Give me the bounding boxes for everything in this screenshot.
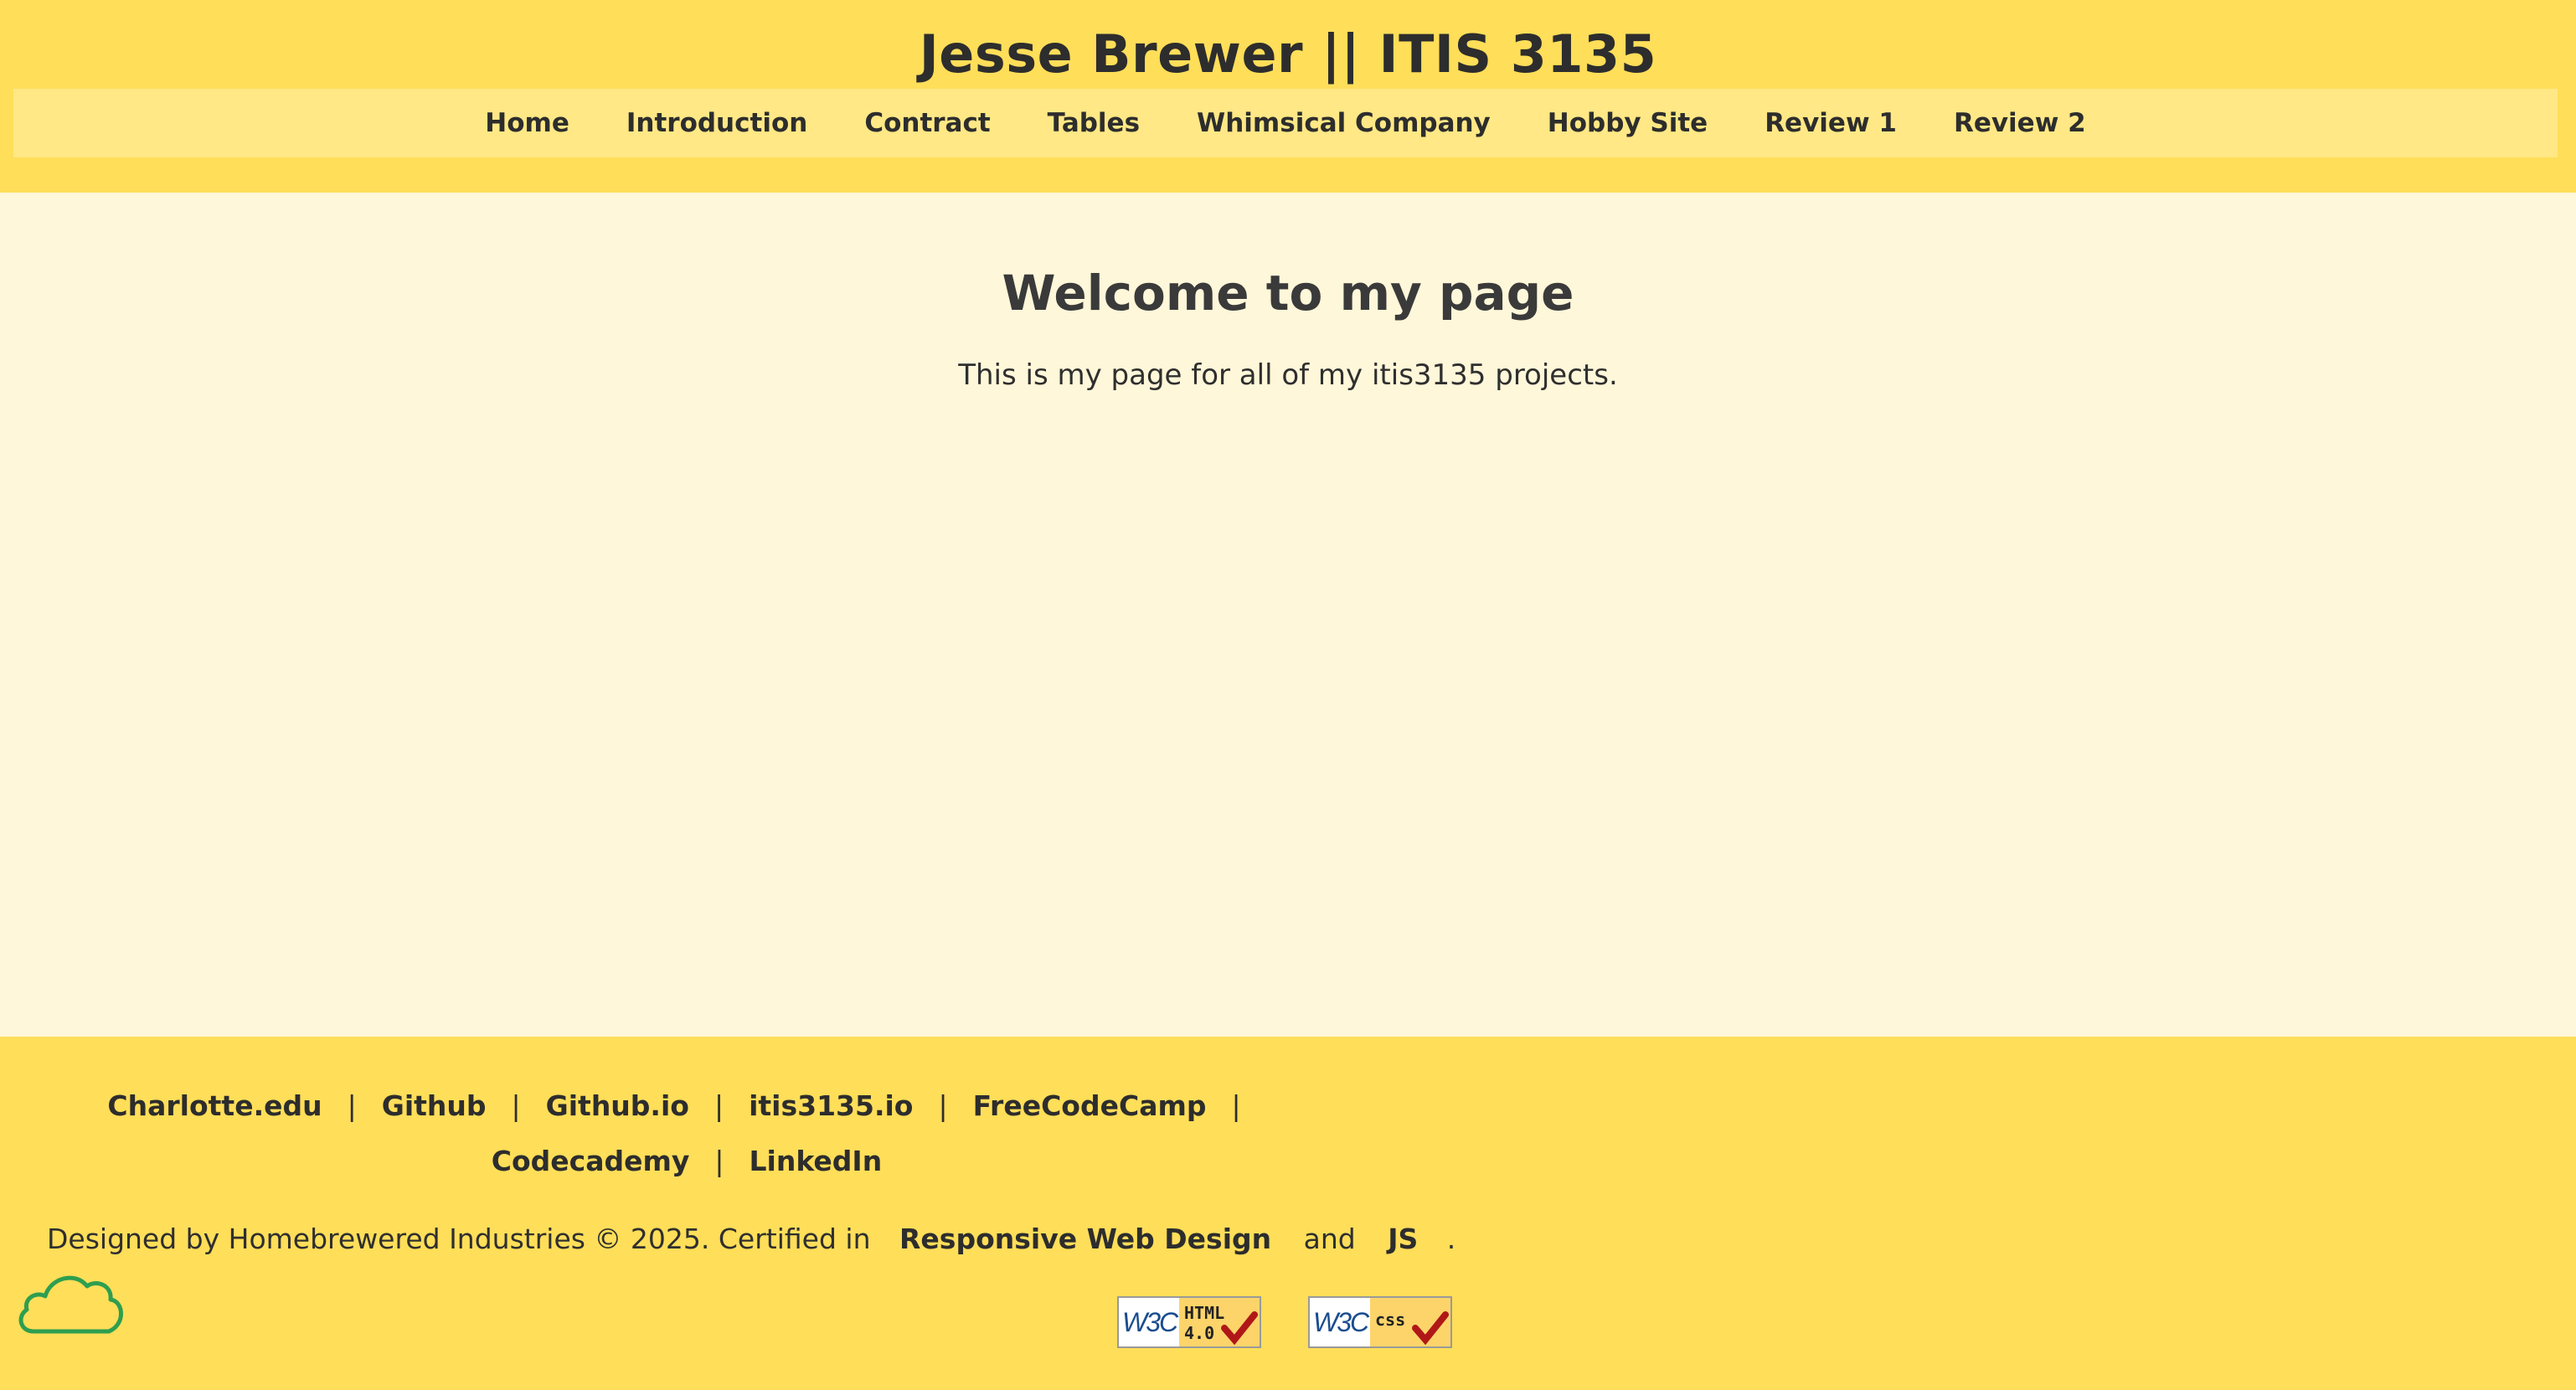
nav-whimsical-company[interactable]: Whimsical Company <box>1168 108 1519 138</box>
cert-js-link[interactable]: JS <box>1368 1223 1438 1255</box>
footer-link-linkedin[interactable]: LinkedIn <box>750 1142 883 1181</box>
checkmark-icon <box>1221 1311 1258 1345</box>
footer-link-charlotte[interactable]: Charlotte.edu <box>107 1087 322 1125</box>
footer-separator: | <box>938 1089 948 1122</box>
footer-separator: | <box>714 1145 724 1177</box>
main-content: Welcome to my page This is my page for a… <box>0 193 2576 1037</box>
footer-link-codecademy[interactable]: Codecademy <box>492 1142 690 1181</box>
footer-separator: | <box>1231 1089 1241 1122</box>
nav-tables[interactable]: Tables <box>1019 108 1168 138</box>
footer-separator: | <box>511 1089 521 1122</box>
footer-separator: | <box>714 1089 724 1122</box>
site-title: Jesse Brewer || ITIS 3135 <box>919 23 1657 85</box>
nav-home[interactable]: Home <box>456 108 598 138</box>
w3c-css-badge[interactable]: W3C css <box>1308 1296 1452 1348</box>
credit-period: . <box>1446 1223 1456 1255</box>
footer-link-github[interactable]: Github <box>382 1087 487 1125</box>
footer-separator: | <box>347 1089 357 1122</box>
nav-contract[interactable]: Contract <box>836 108 1018 138</box>
cloud-icon <box>18 1275 123 1334</box>
w3c-logo: W3C <box>1122 1306 1178 1337</box>
footer-link-freecodecamp[interactable]: FreeCodeCamp <box>973 1087 1207 1125</box>
w3c-html-badge[interactable]: W3C HTML 4.0 <box>1117 1296 1261 1348</box>
intro-text: This is my page for all of my itis3135 p… <box>958 358 1618 392</box>
page-heading: Welcome to my page <box>1002 265 1574 322</box>
cert-responsive-link[interactable]: Responsive Web Design <box>879 1223 1291 1255</box>
nav-review-2[interactable]: Review 2 <box>1925 108 2115 138</box>
main-nav: Home Introduction Contract Tables Whimsi… <box>13 89 2558 157</box>
footer-link-github-io[interactable]: Github.io <box>546 1087 689 1125</box>
validation-badges: W3C HTML 4.0 W3C css <box>1117 1296 1452 1348</box>
site-footer: Charlotte.edu | Github | Github.io | iti… <box>0 1037 2576 1390</box>
nav-review-1[interactable]: Review 1 <box>1736 108 1925 138</box>
nav-introduction[interactable]: Introduction <box>598 108 836 138</box>
checkmark-icon <box>1412 1311 1449 1345</box>
footer-credit: Designed by Homebrewered Industries © 20… <box>47 1223 1455 1255</box>
footer-links: Charlotte.edu | Github | Github.io | iti… <box>33 1087 1340 1181</box>
nav-hobby-site[interactable]: Hobby Site <box>1519 108 1736 138</box>
credit-text: Designed by Homebrewered Industries © 20… <box>47 1223 871 1255</box>
w3c-logo: W3C <box>1313 1306 1369 1337</box>
site-header: Jesse Brewer || ITIS 3135 Home Introduct… <box>0 0 2576 193</box>
credit-and: and <box>1303 1223 1356 1255</box>
footer-link-itis3135-io[interactable]: itis3135.io <box>749 1087 913 1125</box>
